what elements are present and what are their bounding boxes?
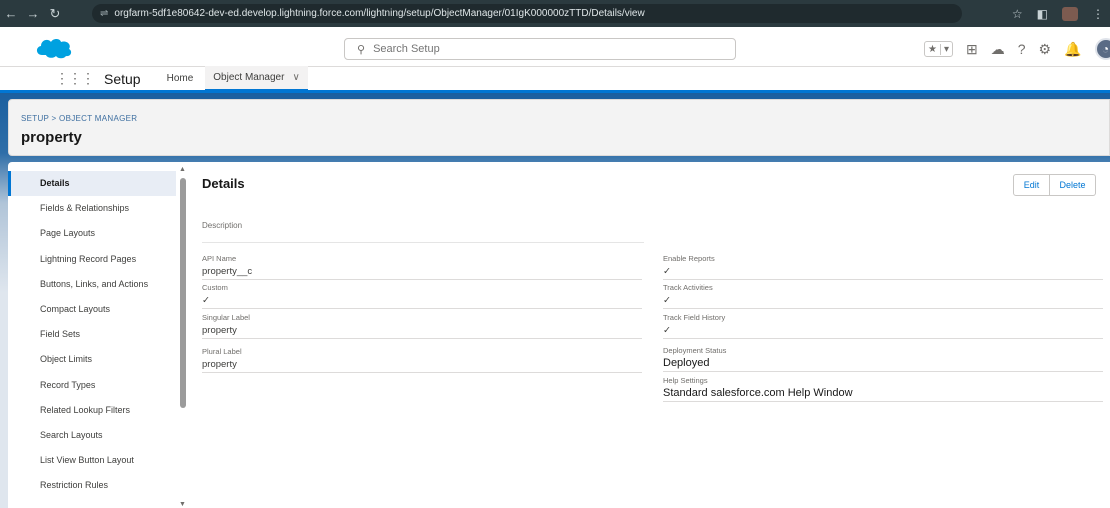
sidebar-item-page-layouts[interactable]: Page Layouts: [8, 221, 176, 246]
sidebar-item-lightning-record-pages[interactable]: Lightning Record Pages: [8, 247, 176, 272]
back-arrow-icon[interactable]: ←: [0, 0, 22, 27]
app-name: Setup: [104, 70, 141, 87]
user-avatar[interactable]: ◔: [1094, 38, 1110, 60]
details-actions: Edit Delete: [1013, 174, 1096, 196]
nav-tab-object-manager[interactable]: Object Manager ∨: [205, 65, 308, 92]
trailhead-icon[interactable]: ☁: [991, 41, 1005, 58]
field-label: API Name: [202, 254, 237, 263]
field-divider: [202, 372, 642, 373]
field-deployment-status: Deployment Status Deployed: [663, 346, 1103, 372]
field-divider: [663, 371, 1103, 372]
favorite-star-icon[interactable]: ★: [925, 44, 940, 55]
field-label: Singular Label: [202, 313, 250, 322]
field-label: Deployment Status: [663, 346, 727, 355]
description-divider: [202, 242, 644, 243]
sidebar-item-list-view-button-layout[interactable]: List View Button Layout: [8, 448, 176, 473]
scroll-thumb[interactable]: [180, 178, 186, 408]
search-box[interactable]: ⚲: [344, 38, 736, 60]
address-bar[interactable]: ⇌ orgfarm-5df1e80642-dev-ed.develop.ligh…: [92, 4, 962, 23]
page-title: property: [21, 129, 82, 146]
app-navigation: ⋮⋮⋮ Setup Home Object Manager ∨: [0, 65, 1110, 93]
field-value: property__c: [202, 266, 253, 277]
sidebar-item-compact-layouts[interactable]: Compact Layouts: [8, 297, 176, 322]
setup-gear-icon[interactable]: ⚙: [1039, 41, 1052, 58]
checkmark-icon: ✓: [663, 325, 671, 336]
global-actions-icon[interactable]: ⊞: [966, 41, 978, 58]
salesforce-cloud-logo[interactable]: [34, 34, 74, 60]
field-divider: [663, 338, 1103, 339]
field-plural-label: Plural Label property: [202, 347, 642, 373]
sidebar-item-related-lookup-filters[interactable]: Related Lookup Filters: [8, 398, 176, 423]
field-value: property: [202, 325, 237, 336]
field-label: Enable Reports: [663, 254, 715, 263]
nav-tab-label: Object Manager: [213, 71, 285, 83]
app-launcher-icon[interactable]: ⋮⋮⋮: [55, 70, 95, 87]
url-text: orgfarm-5df1e80642-dev-ed.develop.lightn…: [114, 8, 645, 19]
field-divider: [663, 279, 1103, 280]
field-label: Track Field History: [663, 313, 726, 322]
field-track-field-history: Track Field History ✓: [663, 313, 1103, 339]
details-heading: Details: [202, 176, 245, 191]
field-enable-reports: Enable Reports ✓: [663, 254, 1103, 280]
object-sidebar: Details Fields & Relationships Page Layo…: [8, 166, 176, 508]
checkmark-icon: ✓: [663, 266, 671, 277]
site-info-icon[interactable]: ⇌: [100, 8, 108, 19]
sidebar-item-field-sets[interactable]: Field Sets: [8, 322, 176, 347]
favorites-dropdown-icon[interactable]: ▾: [939, 43, 952, 55]
breadcrumb[interactable]: SETUP > OBJECT MANAGER: [21, 114, 137, 123]
sidebar-item-restriction-rules[interactable]: Restriction Rules: [8, 473, 176, 498]
page-header: SETUP > OBJECT MANAGER property: [8, 99, 1110, 156]
sidebar-item-object-limits[interactable]: Object Limits: [8, 347, 176, 372]
sidebar-list: Details Fields & Relationships Page Layo…: [8, 166, 176, 498]
favorites-group: ★ ▾: [924, 41, 953, 57]
notifications-bell-icon[interactable]: 🔔: [1064, 41, 1081, 58]
checkmark-icon: ✓: [202, 295, 210, 306]
search-icon: ⚲: [357, 43, 366, 56]
nav-tab-home[interactable]: Home: [161, 66, 200, 92]
field-help-settings: Help Settings Standard salesforce.com He…: [663, 376, 1103, 402]
field-value: Standard salesforce.com Help Window: [663, 387, 853, 399]
field-divider: [663, 308, 1103, 309]
sidebar-item-search-layouts[interactable]: Search Layouts: [8, 423, 176, 448]
extensions-icon[interactable]: ◧: [1037, 7, 1048, 21]
field-api-name: API Name property__c: [202, 254, 642, 280]
field-custom: Custom ✓: [202, 283, 642, 309]
delete-button[interactable]: Delete: [1050, 174, 1096, 196]
help-icon[interactable]: ?: [1018, 41, 1026, 57]
description-label: Description: [202, 221, 243, 230]
field-label: Custom: [202, 283, 228, 292]
browser-menu-icon[interactable]: ⋮: [1092, 7, 1104, 21]
field-singular-label: Singular Label property: [202, 313, 642, 339]
checkmark-icon: ✓: [663, 295, 671, 306]
sidebar-item-buttons-links-actions[interactable]: Buttons, Links, and Actions: [8, 272, 176, 297]
forward-arrow-icon[interactable]: →: [22, 0, 44, 27]
global-header: ⚲ ★ ▾ ⊞ ☁ ? ⚙ 🔔 ◔: [0, 27, 1110, 67]
scroll-down-icon[interactable]: ▼: [179, 501, 186, 508]
browser-profile-avatar[interactable]: [1062, 6, 1078, 21]
chevron-down-icon[interactable]: ∨: [292, 72, 299, 83]
sidebar-scrollbar[interactable]: ▲ ▼: [179, 166, 187, 508]
bookmark-star-icon[interactable]: ☆: [1012, 7, 1023, 21]
reload-icon[interactable]: ↻: [44, 0, 66, 27]
browser-actions: ☆ ◧ ⋮: [1012, 0, 1104, 27]
field-divider: [202, 308, 642, 309]
header-utility-icons: ★ ▾ ⊞ ☁ ? ⚙ 🔔 ◔: [924, 37, 1110, 61]
field-label: Track Activities: [663, 283, 713, 292]
field-label: Help Settings: [663, 376, 708, 385]
field-divider: [663, 401, 1103, 402]
field-value: Deployed: [663, 357, 710, 369]
sidebar-item-fields-relationships[interactable]: Fields & Relationships: [8, 196, 176, 221]
sidebar-item-record-types[interactable]: Record Types: [8, 373, 176, 398]
field-divider: [202, 338, 642, 339]
sidebar-item-details[interactable]: Details: [8, 171, 176, 197]
field-track-activities: Track Activities ✓: [663, 283, 1103, 309]
search-input[interactable]: [373, 43, 674, 55]
field-label: Plural Label: [202, 347, 242, 356]
edit-button[interactable]: Edit: [1013, 174, 1050, 196]
scroll-up-icon[interactable]: ▲: [179, 166, 186, 173]
field-value: property: [202, 359, 237, 370]
browser-toolbar: ← → ↻ ⇌ orgfarm-5df1e80642-dev-ed.develo…: [0, 0, 1110, 27]
field-divider: [202, 279, 642, 280]
